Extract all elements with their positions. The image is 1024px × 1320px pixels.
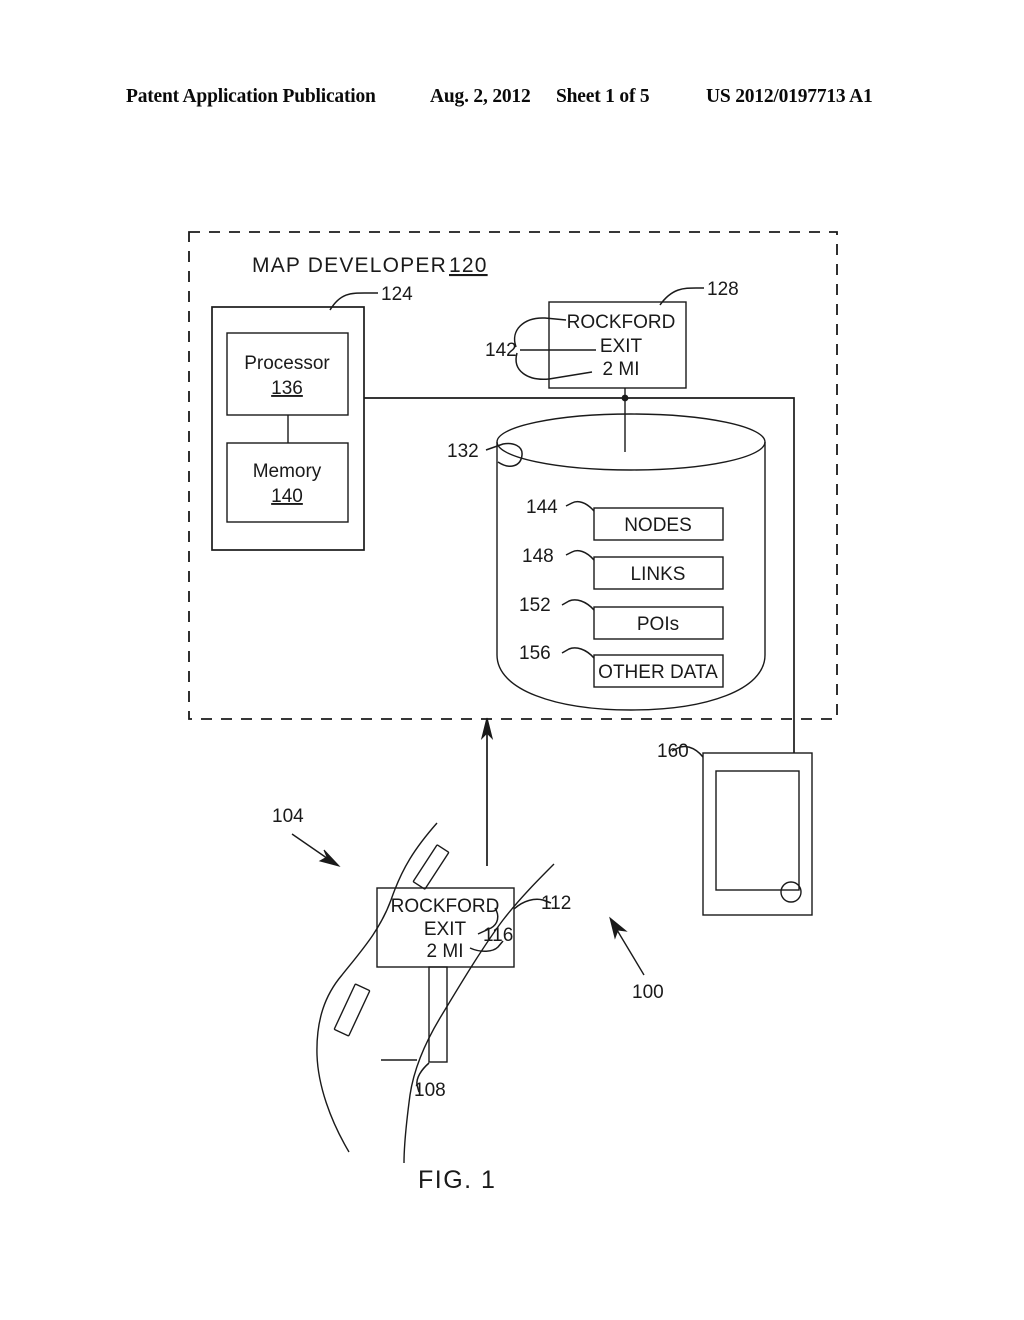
- system-ref-arrow-head: [609, 916, 628, 940]
- system-ref: 100: [632, 982, 664, 1003]
- road-sign-ref: 112: [541, 893, 571, 914]
- memory-box: [226, 442, 349, 523]
- road-marker-upper: [412, 844, 450, 890]
- road-sign-line-3: 2 MI: [427, 941, 464, 962]
- database-records: NODES 144 LINKS 148 POIs 152 OTHER DATA …: [519, 497, 724, 688]
- bus-junction-dot: [621, 394, 629, 402]
- road-marker-lower: [333, 983, 371, 1037]
- database-ref: 132: [447, 441, 479, 462]
- road-sign-line-2: EXIT: [424, 919, 467, 940]
- captured-sign-line-2: EXIT: [600, 336, 643, 357]
- record-ref-links: 148: [522, 546, 554, 567]
- record-label-nodes: NODES: [624, 515, 692, 536]
- record-leader-links: [565, 549, 595, 561]
- mobile-device-home-button: [780, 881, 802, 903]
- processor-box: [226, 332, 349, 416]
- server-to-device-bus: [364, 397, 795, 753]
- mobile-device-body: [702, 752, 813, 916]
- record-ref-other-data: 156: [519, 643, 551, 664]
- captured-sign-line-3: 2 MI: [603, 359, 640, 380]
- patent-figure-page: Patent Application Publication Aug. 2, 2…: [0, 0, 1024, 1320]
- mobile-device-ref: 160: [657, 741, 689, 762]
- record-leader-other-data: [561, 647, 595, 659]
- record-ref-nodes: 144: [526, 497, 558, 518]
- sign-post-ref: 108: [414, 1080, 446, 1101]
- mobile-device-screen: [715, 770, 800, 891]
- road-sign-line-1: ROCKFORD: [391, 896, 500, 917]
- map-developer-ref: 120: [449, 254, 488, 277]
- system-ref-arrow-shaft: [613, 924, 645, 976]
- server-ref-label: 124: [381, 284, 413, 305]
- record-ref-pois: 152: [519, 595, 551, 616]
- memory-ref: 140: [271, 486, 303, 507]
- road-ref: 104: [272, 806, 304, 827]
- database-top-ellipse: [496, 413, 766, 471]
- record-leader-nodes: [565, 500, 595, 512]
- road-sign-text-ref: 116: [483, 925, 513, 946]
- sign-post: [428, 966, 448, 1063]
- captured-sign-text-leader-1: [513, 317, 567, 348]
- processor-ref: 136: [271, 378, 303, 399]
- captured-sign-text-ref: 142: [485, 340, 517, 361]
- memory-label: Memory: [253, 461, 322, 482]
- processor-label: Processor: [244, 353, 330, 374]
- record-label-pois: POIs: [637, 614, 679, 635]
- road-ref-arrow-head: [318, 849, 341, 867]
- captured-sign-ref: 128: [707, 279, 739, 300]
- record-label-other-data: OTHER DATA: [598, 662, 718, 683]
- figure-1-drawing: MAP DEVELOPER 120 124 Processor 136 Memo…: [188, 231, 838, 1194]
- database-leader: [485, 442, 523, 467]
- figure-caption: FIG. 1: [418, 1166, 496, 1194]
- record-leader-pois: [561, 599, 595, 611]
- record-label-links: LINKS: [631, 564, 686, 585]
- captured-sign-text-leader-3: [515, 352, 593, 380]
- map-developer-title: MAP DEVELOPER: [252, 254, 447, 277]
- captured-sign-line-1: ROCKFORD: [567, 312, 676, 333]
